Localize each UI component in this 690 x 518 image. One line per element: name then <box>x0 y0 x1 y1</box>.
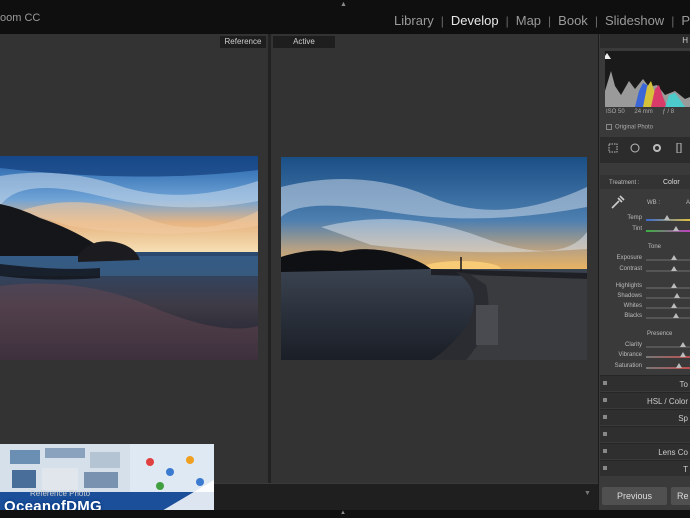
blacks-slider[interactable] <box>646 317 690 319</box>
slider-label-vibrance: Vibrance <box>618 352 642 358</box>
slider-label-shadows: Shadows <box>617 293 642 299</box>
reference-photo[interactable] <box>0 156 258 360</box>
app-title: oom CC <box>0 12 41 24</box>
panel-split-toning[interactable]: Sp <box>600 409 690 425</box>
top-panel-toggle-icon[interactable]: ▲ <box>340 1 347 8</box>
module-print[interactable]: P <box>674 13 690 28</box>
module-book[interactable]: Book <box>551 13 595 28</box>
temp-slider-thumb[interactable] <box>664 215 670 220</box>
slider-label-tint: Tint <box>632 226 642 232</box>
slider-label-blacks: Blacks <box>624 313 642 319</box>
slider-label-exposure: Exposure <box>616 255 642 261</box>
clarity-slider-thumb[interactable] <box>680 342 686 347</box>
module-develop[interactable]: Develop <box>444 13 506 28</box>
contrast-slider-thumb[interactable] <box>671 266 677 271</box>
tone-header: Tone <box>648 244 662 250</box>
slider-label-contrast: Contrast <box>619 266 642 272</box>
focal-length: 24 mm <box>634 109 653 115</box>
treatment-label: Treatment : <box>609 180 640 186</box>
reference-tag: Reference <box>220 36 266 48</box>
reference-photo-label: Reference Photo <box>30 489 91 498</box>
wb-value[interactable]: A <box>686 200 690 206</box>
tool-strip <box>600 137 690 163</box>
collapse-icon <box>603 466 607 470</box>
vibrance-slider-thumb[interactable] <box>680 352 686 357</box>
panel-detail[interactable] <box>600 426 690 442</box>
tint-slider-thumb[interactable] <box>673 226 679 231</box>
contrast-slider[interactable] <box>646 270 690 272</box>
panel-hsl-color[interactable]: HSL / Color <box>600 392 690 408</box>
module-slideshow[interactable]: Slideshow <box>598 13 671 28</box>
exposure-slider-thumb[interactable] <box>671 255 677 260</box>
collapse-icon <box>603 381 607 385</box>
aperture-value: ƒ / 8 <box>662 109 675 115</box>
wb-label: WB : <box>647 200 660 206</box>
graduated-filter-icon[interactable] <box>674 143 684 153</box>
tint-slider[interactable] <box>646 230 690 232</box>
presence-header: Presence <box>647 331 673 337</box>
whites-slider[interactable] <box>646 307 690 309</box>
shadows-slider-thumb[interactable] <box>674 293 680 298</box>
whites-slider-thumb[interactable] <box>671 303 677 308</box>
chevron-down-icon[interactable]: ▼ <box>584 490 591 497</box>
highlights-slider-thumb[interactable] <box>671 283 677 288</box>
module-library[interactable]: Library <box>387 13 441 28</box>
reset-button[interactable]: Re <box>671 487 690 505</box>
crop-icon[interactable] <box>608 143 618 153</box>
panel-transform[interactable]: T <box>600 460 690 476</box>
exposure-slider[interactable] <box>646 259 690 261</box>
slider-label-whites: Whites <box>623 303 642 309</box>
slider-label-temp: Temp <box>627 215 642 221</box>
compare-divider[interactable] <box>268 34 271 483</box>
red-eye-icon[interactable] <box>652 143 662 153</box>
collapse-icon <box>603 449 607 453</box>
slider-label-saturation: Saturation <box>614 363 642 369</box>
bottom-panel-toggle-icon[interactable]: ▲ <box>340 510 346 516</box>
eyedropper-icon[interactable] <box>609 195 625 211</box>
camera-info: ISO 50 24 mm ƒ / 8 <box>606 109 682 115</box>
iso-value: ISO 50 <box>606 109 625 115</box>
slider-label-highlights: Highlights <box>615 283 642 289</box>
slider-label-clarity: Clarity <box>624 342 642 348</box>
histogram-header[interactable]: H <box>600 34 690 48</box>
module-map[interactable]: Map <box>509 13 548 28</box>
previous-button[interactable]: Previous <box>602 487 667 505</box>
panel-lens-corrections[interactable]: Lens Co <box>600 443 690 459</box>
saturation-slider[interactable] <box>646 367 690 369</box>
highlights-slider[interactable] <box>646 287 690 289</box>
saturation-slider-thumb[interactable] <box>676 363 682 368</box>
collapse-icon <box>603 398 607 402</box>
module-picker: Library | Develop | Map | Book | Slideshow | … <box>387 13 690 28</box>
active-photo[interactable] <box>281 157 587 360</box>
collapse-icon <box>603 415 607 419</box>
spot-removal-icon[interactable] <box>630 143 640 153</box>
histogram <box>603 51 690 107</box>
collapse-icon <box>603 432 607 436</box>
blacks-slider-thumb[interactable] <box>673 313 679 318</box>
panel-tone-curve[interactable]: To <box>600 375 690 391</box>
shadows-slider[interactable] <box>646 297 690 299</box>
checkbox-icon <box>606 124 612 130</box>
original-photo-checkbox[interactable]: Original Photo <box>606 124 653 131</box>
active-tag: Active <box>273 36 335 48</box>
treatment-color-button[interactable]: Color <box>663 179 680 186</box>
